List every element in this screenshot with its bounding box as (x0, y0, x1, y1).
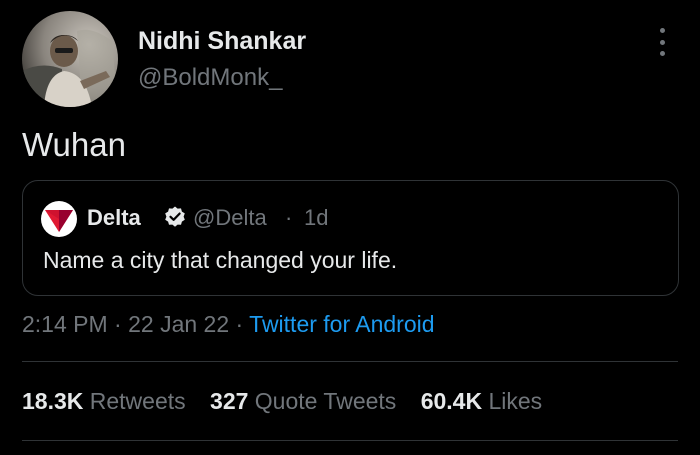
likes-stat[interactable]: 60.4K Likes (421, 388, 542, 415)
retweets-label: Retweets (89, 388, 186, 414)
author-avatar[interactable] (22, 11, 118, 107)
quote-tweets-count: 327 (210, 388, 249, 414)
engagement-stats: 18.3K Retweets 327 Quote Tweets 60.4K Li… (22, 388, 560, 415)
tweet-detail: Nidhi Shankar @BoldMonk_ Wuhan Delta @De… (0, 0, 700, 455)
retweets-stat[interactable]: 18.3K Retweets (22, 388, 186, 415)
divider (22, 361, 678, 362)
quoted-tweet-time[interactable]: 1d (304, 205, 328, 231)
tweet-date[interactable]: 22 Jan 22 (128, 311, 229, 337)
more-dot (659, 39, 665, 45)
quoted-tweet-text: Name a city that changed your life. (43, 247, 398, 273)
more-dot (659, 51, 665, 56)
quoted-tweet-card[interactable]: Delta @Delta · 1d Name a city that chang… (22, 180, 679, 296)
quote-tweets-stat[interactable]: 327 Quote Tweets (210, 388, 396, 415)
more-dot (659, 28, 665, 33)
verified-badge-icon (163, 205, 187, 229)
tweet-text: Wuhan (22, 126, 126, 163)
likes-count: 60.4K (420, 388, 483, 414)
tweet-time[interactable]: 2:14 PM (22, 311, 108, 337)
retweets-count: 18.3K (22, 388, 84, 414)
quote-tweets-label: Quote Tweets (254, 388, 397, 414)
meta-separator: · (229, 311, 250, 337)
quoted-author-name[interactable]: Delta (87, 205, 141, 231)
author-handle[interactable]: @BoldMonk_ (138, 64, 282, 92)
tweet-meta: 2:14 PM · 22 Jan 22 · Twitter for Androi… (22, 311, 435, 338)
author-display-name[interactable]: Nidhi Shankar (138, 27, 306, 56)
tweet-source-link[interactable]: Twitter for Android (249, 311, 434, 337)
meta-separator: · (107, 311, 129, 337)
divider (22, 440, 678, 441)
likes-label: Likes (488, 388, 543, 414)
more-options-icon[interactable] (652, 24, 672, 60)
delta-logo-icon (41, 201, 77, 237)
quoted-author-handle[interactable]: @Delta (193, 205, 267, 231)
profile-photo (22, 11, 118, 107)
separator-dot: · (285, 205, 293, 230)
